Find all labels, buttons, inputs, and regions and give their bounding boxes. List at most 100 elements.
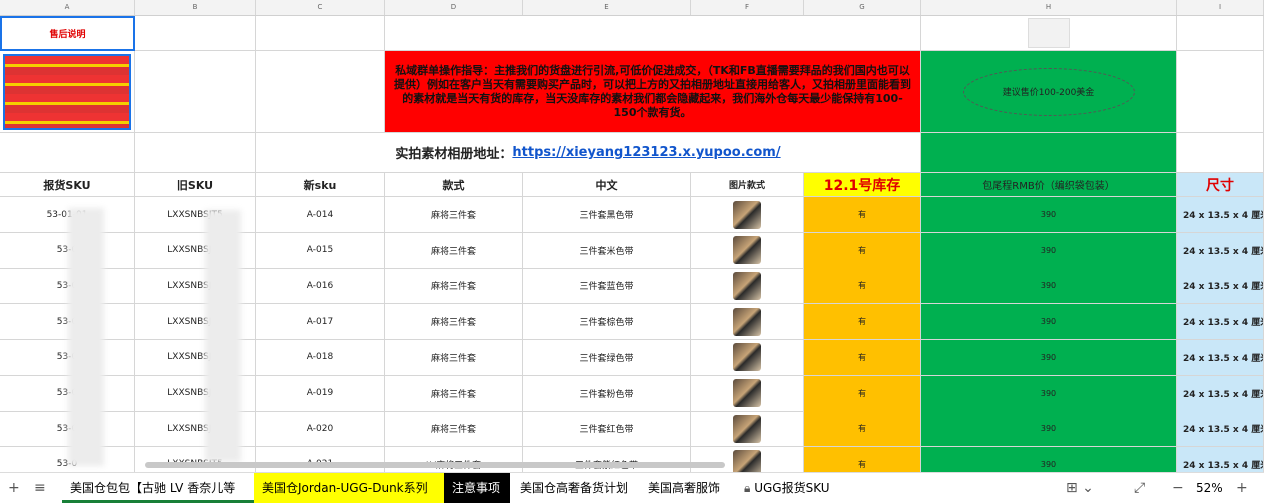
- row-4-size[interactable]: 24 x 13.5 x 4 厘米: [1177, 339, 1264, 376]
- cell-d1[interactable]: [385, 16, 921, 51]
- row-2-chinese[interactable]: 三件套蓝色带: [523, 268, 691, 305]
- row-4-stock[interactable]: 有: [804, 339, 921, 376]
- add-sheet-icon[interactable]: +: [8, 473, 20, 503]
- album-link[interactable]: https://xieyang123123.x.yupoo.com/: [512, 145, 780, 160]
- row-0-img[interactable]: [691, 197, 804, 233]
- row-3-chinese[interactable]: 三件套棕色带: [523, 304, 691, 341]
- row-4-style-text: 麻将三件套: [430, 353, 476, 364]
- row-3-price[interactable]: 390: [921, 304, 1177, 341]
- grid-view-icon[interactable]: ⊞ ⌄: [1066, 473, 1094, 503]
- zoom-in-icon[interactable]: +: [1236, 473, 1248, 503]
- row-0-new-sku[interactable]: A-014: [256, 197, 385, 233]
- suggested-price-cell[interactable]: 建议售价100-200美金: [921, 51, 1177, 133]
- col-F[interactable]: F: [691, 0, 804, 15]
- row-3-price-text: 390: [1040, 317, 1057, 327]
- header-new-sku[interactable]: 新sku: [256, 173, 385, 197]
- cell-h3[interactable]: [921, 133, 1177, 173]
- row-0-style[interactable]: 麻将三件套: [385, 197, 523, 233]
- header-size[interactable]: 尺寸: [1177, 173, 1264, 197]
- cell-b3[interactable]: [135, 133, 256, 173]
- cell-c1[interactable]: [256, 16, 385, 51]
- row-2-size[interactable]: 24 x 13.5 x 4 厘米: [1177, 268, 1264, 305]
- cell-c2[interactable]: [256, 51, 385, 133]
- row-0-chinese[interactable]: 三件套黑色带: [523, 197, 691, 233]
- header-old-sku[interactable]: 旧SKU: [135, 173, 256, 197]
- row-4-img[interactable]: [691, 339, 804, 376]
- tab-luxury-plan[interactable]: 美国仓高奢备货计划: [512, 473, 638, 503]
- col-A[interactable]: A: [0, 0, 135, 15]
- after-sales-cell[interactable]: 售后说明: [0, 16, 135, 51]
- row-3-stock[interactable]: 有: [804, 304, 921, 341]
- header-chinese[interactable]: 中文: [523, 173, 691, 197]
- row-5-new-sku[interactable]: A-019: [256, 375, 385, 412]
- header-price[interactable]: 包尾程RMB价（编织袋包装）: [921, 173, 1177, 197]
- row-5-img[interactable]: [691, 375, 804, 412]
- row-5-size[interactable]: 24 x 13.5 x 4 厘米: [1177, 375, 1264, 412]
- row-6-chinese[interactable]: 三件套红色带: [523, 411, 691, 448]
- row-6-stock[interactable]: 有: [804, 411, 921, 448]
- col-B[interactable]: B: [135, 0, 256, 15]
- row-3-style[interactable]: 麻将三件套: [385, 304, 523, 341]
- row-5-stock[interactable]: 有: [804, 375, 921, 412]
- row-5-price[interactable]: 390: [921, 375, 1177, 412]
- tab-us-jordan[interactable]: 美国仓Jordan-UGG-Dunk系列: [254, 473, 444, 503]
- row-4-style[interactable]: 麻将三件套: [385, 339, 523, 376]
- row-6-new-sku[interactable]: A-020: [256, 411, 385, 448]
- row-1-size[interactable]: 24 x 13.5 x 4 厘米: [1177, 232, 1264, 269]
- header-style[interactable]: 款式: [385, 173, 523, 197]
- sheets-list-icon[interactable]: ≡: [34, 473, 46, 503]
- row-5-chinese[interactable]: 三件套粉色带: [523, 375, 691, 412]
- row-3-img[interactable]: [691, 304, 804, 341]
- tab-luxury-apparel[interactable]: 美国高奢服饰: [640, 473, 736, 503]
- row-1-new-sku[interactable]: A-015: [256, 232, 385, 269]
- cell-i2[interactable]: [1177, 51, 1264, 133]
- cell-i1[interactable]: [1177, 16, 1264, 51]
- header-sku[interactable]: 报货SKU: [0, 173, 135, 197]
- cell-b2[interactable]: [135, 51, 256, 133]
- header-image-style[interactable]: 图片款式: [691, 173, 804, 197]
- expand-icon[interactable]: ⤢: [1134, 473, 1145, 503]
- row-4-chinese[interactable]: 三件套绿色带: [523, 339, 691, 376]
- col-C[interactable]: C: [256, 0, 385, 15]
- row-1-price[interactable]: 390: [921, 232, 1177, 269]
- row-6-size[interactable]: 24 x 13.5 x 4 厘米: [1177, 411, 1264, 448]
- cell-a3[interactable]: [0, 133, 135, 173]
- row-1-img[interactable]: [691, 232, 804, 269]
- row-5-style[interactable]: 麻将三件套: [385, 375, 523, 412]
- cell-h1[interactable]: [921, 16, 1177, 51]
- cell-i3[interactable]: [1177, 133, 1264, 173]
- header-stock[interactable]: 12.1号库存: [804, 173, 921, 197]
- col-G[interactable]: G: [804, 0, 921, 15]
- tab-us-bags[interactable]: 美国仓包包【古驰 LV 香奈儿等: [62, 473, 254, 503]
- horizontal-scrollbar[interactable]: [145, 462, 725, 468]
- album-cell[interactable]: 实拍素材相册地址： https://xieyang123123.x.yupoo.…: [256, 133, 921, 173]
- row-4-price[interactable]: 390: [921, 339, 1177, 376]
- row-6-price[interactable]: 390: [921, 411, 1177, 448]
- row-6-img[interactable]: [691, 411, 804, 448]
- cell-b1[interactable]: [135, 16, 256, 51]
- row-4-new-sku[interactable]: A-018: [256, 339, 385, 376]
- row-3-new-sku[interactable]: A-017: [256, 304, 385, 341]
- col-D[interactable]: D: [385, 0, 523, 15]
- tab-ugg[interactable]: 🔒︎ UGG报货SKU: [736, 473, 854, 503]
- row-6-style[interactable]: 麻将三件套: [385, 411, 523, 448]
- notes-image-cell[interactable]: [0, 51, 135, 133]
- zoom-out-icon[interactable]: −: [1172, 473, 1184, 503]
- tab-notes[interactable]: 注意事项: [444, 473, 510, 503]
- row-0-price[interactable]: 390: [921, 197, 1177, 233]
- row-3-size[interactable]: 24 x 13.5 x 4 厘米: [1177, 304, 1264, 341]
- row-2-price[interactable]: 390: [921, 268, 1177, 305]
- row-2-stock[interactable]: 有: [804, 268, 921, 305]
- col-H[interactable]: H: [921, 0, 1177, 15]
- row-2-img[interactable]: [691, 268, 804, 305]
- col-E[interactable]: E: [523, 0, 691, 15]
- row-1-stock[interactable]: 有: [804, 232, 921, 269]
- row-2-new-sku[interactable]: A-016: [256, 268, 385, 305]
- row-0-size[interactable]: 24 x 13.5 x 4 厘米: [1177, 197, 1264, 233]
- col-I[interactable]: I: [1177, 0, 1264, 15]
- row-1-chinese[interactable]: 三件套米色带: [523, 232, 691, 269]
- row-2-style[interactable]: 麻将三件套: [385, 268, 523, 305]
- row-0-stock[interactable]: 有: [804, 197, 921, 233]
- guide-cell[interactable]: 私域群单操作指导：主推我们的货盘进行引流,可低价促进成交，（TK和FB直播需要拜…: [385, 51, 921, 133]
- row-1-style[interactable]: 麻将三件套: [385, 232, 523, 269]
